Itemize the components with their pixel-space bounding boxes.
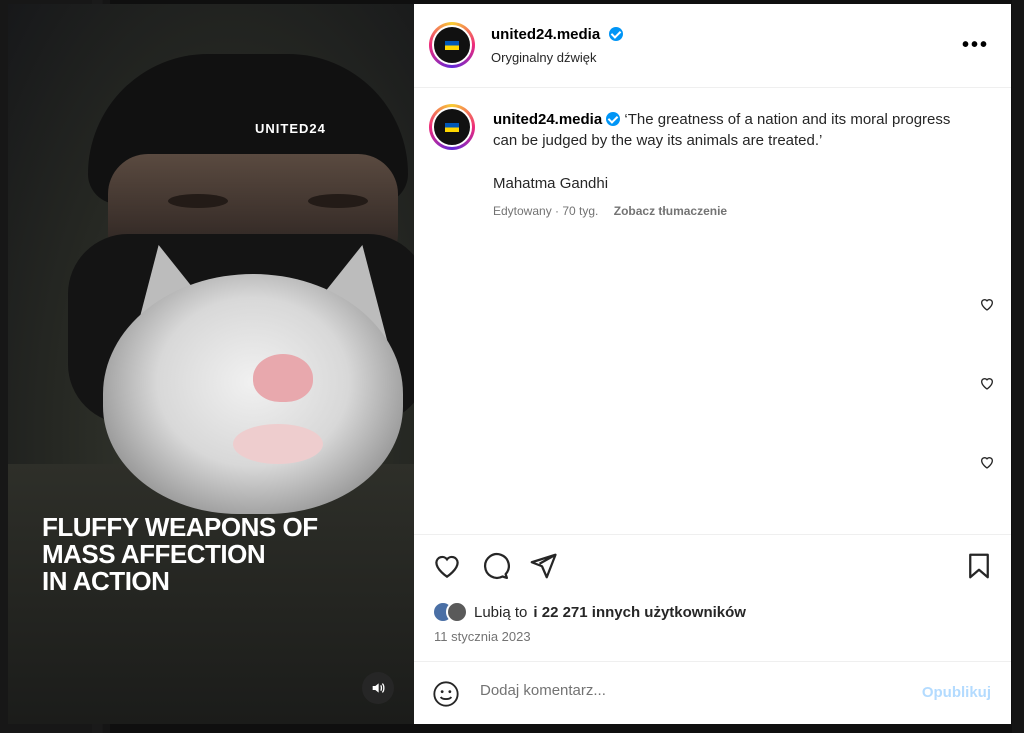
emoji-icon[interactable]	[432, 680, 460, 708]
comment-like-icon[interactable]	[979, 375, 995, 391]
share-send-icon[interactable]	[528, 551, 558, 581]
publish-button[interactable]: Opublikuj	[922, 684, 991, 701]
comments-section[interactable]: united24.media ‘The greatness of a natio…	[414, 89, 1011, 534]
flag-icon	[445, 40, 459, 50]
verified-icon	[608, 27, 623, 41]
video-caption-line: MASS AFFECTION	[42, 539, 266, 569]
likes-summary[interactable]: Lubią to i 22 271 innych użytkowników	[432, 601, 746, 623]
comment-bubble-icon[interactable]	[480, 551, 510, 581]
sound-toggle-button[interactable]	[362, 672, 394, 704]
video-caption-line: IN ACTION	[42, 566, 170, 596]
comment-like-icon[interactable]	[979, 454, 995, 470]
video-caption: FLUFFY WEAPONS OF MASS AFFECTION IN ACTI…	[42, 514, 372, 595]
liker-avatars	[432, 601, 468, 623]
post-media-video[interactable]: UNITED24 FLUFFY WEAPONS OF MASS AFFECTIO…	[8, 4, 414, 724]
comment-like-icon[interactable]	[979, 296, 995, 312]
cat-nose	[253, 354, 313, 402]
likes-count[interactable]: i 22 271 innych użytkowników	[533, 604, 746, 621]
video-brand-text: UNITED24	[255, 121, 326, 136]
like-heart-icon[interactable]	[432, 551, 462, 581]
likes-prefix: Lubią to	[474, 603, 528, 621]
post-date[interactable]: 11 stycznia 2023	[434, 629, 531, 644]
avatar[interactable]	[429, 104, 475, 150]
post-details-panel: united24.media Oryginalny dźwięk ••• uni…	[414, 4, 1011, 724]
header-user: united24.media Oryginalny dźwięk	[491, 26, 623, 65]
caption-author: Mahatma Gandhi	[493, 175, 609, 192]
post-actions: Lubią to i 22 271 innych użytkowników 11…	[414, 534, 1011, 664]
video-frame-eye	[168, 194, 228, 208]
comment-input[interactable]	[480, 682, 900, 699]
caption-meta: Edytowany · 70 tyg. Zobacz tłumaczenie	[493, 204, 963, 218]
flag-icon	[445, 122, 459, 132]
post-header: united24.media Oryginalny dźwięk •••	[414, 4, 1011, 88]
cat-head	[103, 274, 403, 514]
comment-composer: Opublikuj	[414, 661, 1011, 724]
avatar[interactable]	[429, 22, 475, 68]
speaker-icon	[372, 683, 385, 693]
see-translation-link[interactable]: Zobacz tłumaczenie	[614, 204, 727, 218]
post-caption: united24.media ‘The greatness of a natio…	[493, 109, 963, 218]
liker-avatar	[446, 601, 468, 623]
audio-label[interactable]: Oryginalny dźwięk	[491, 50, 623, 65]
username-link[interactable]: united24.media	[491, 26, 600, 43]
cat-mouth	[233, 424, 323, 464]
caption-text: united24.media ‘The greatness of a natio…	[493, 109, 963, 151]
verified-icon	[606, 112, 621, 126]
video-caption-line: FLUFFY WEAPONS OF	[42, 512, 318, 542]
video-frame-eye	[308, 194, 368, 208]
bookmark-icon[interactable]	[964, 551, 994, 581]
more-options-icon[interactable]: •••	[962, 34, 989, 57]
username-link[interactable]: united24.media	[493, 111, 602, 128]
edited-label: Edytowany · 70 tyg.	[493, 204, 599, 218]
